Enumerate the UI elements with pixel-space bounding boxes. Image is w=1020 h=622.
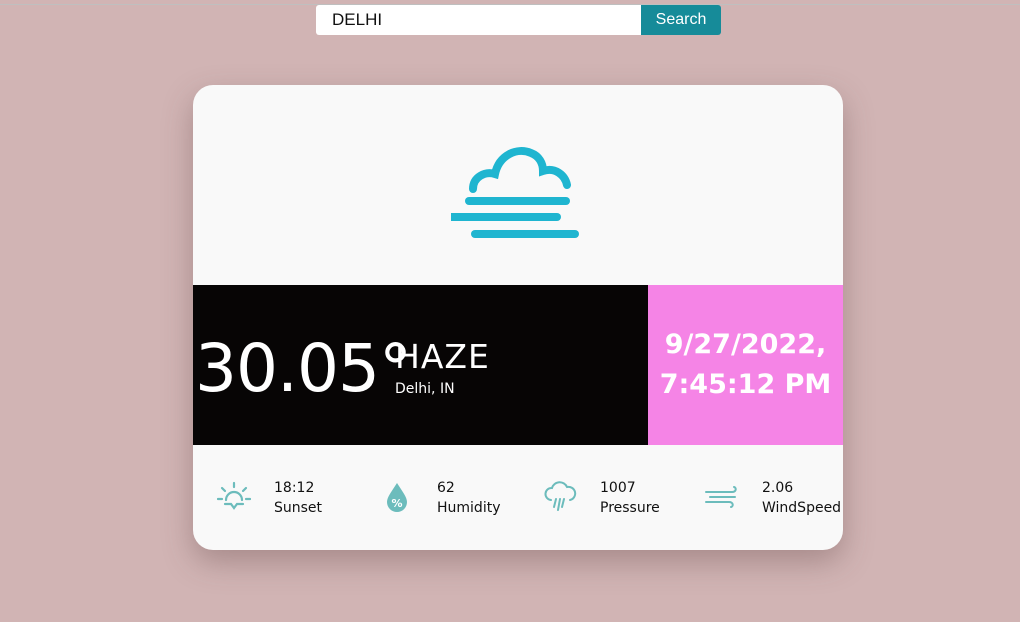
pressure-icon [544, 481, 577, 511]
datetime-text: 9/27/2022, 7:45:12 PM [648, 325, 843, 405]
sunset-label: Sunset [274, 500, 323, 516]
datetime-panel: 9/27/2022, 7:45:12 PM [648, 285, 843, 445]
sunset-icon [217, 481, 251, 510]
stat-text: 1007 Pressure [600, 478, 660, 518]
windspeed-value: 2.06 [762, 480, 794, 496]
time-value: 7:45:12 PM [659, 369, 832, 400]
stat-text: 62 Humidity [437, 478, 500, 518]
wind-icon [705, 486, 737, 508]
haze-icon [451, 147, 579, 238]
temperature-panel: 30.05° HAZE Delhi, IN [193, 285, 648, 445]
humidity-label: Humidity [437, 500, 501, 516]
weather-icon-area [193, 85, 843, 285]
weather-summary-band: 30.05° HAZE Delhi, IN 9/27/2022, 7:45:12… [193, 285, 843, 445]
location-label: Delhi, IN [395, 381, 455, 397]
stat-text: 2.06 WindSpeed [762, 478, 841, 518]
search-button[interactable]: Search [641, 5, 721, 35]
windspeed-label: WindSpeed [762, 500, 842, 516]
search-bar: Search [316, 5, 721, 35]
pressure-value: 1007 [600, 480, 636, 496]
weather-stats: 18:12 Sunset % 62 Humidity 1007 Pressure… [193, 445, 843, 550]
weather-card: 30.05° HAZE Delhi, IN 9/27/2022, 7:45:12… [193, 85, 843, 550]
humidity-icon: % [387, 483, 407, 512]
weather-condition: HAZE [395, 337, 490, 376]
stat-text: 18:12 Sunset [274, 478, 322, 518]
sunset-time: 18:12 [274, 480, 315, 496]
humidity-value: 62 [437, 480, 455, 496]
date-value: 9/27/2022, [664, 329, 827, 360]
search-input[interactable] [316, 5, 641, 35]
temperature-value: 30.05° [195, 330, 412, 407]
pressure-label: Pressure [600, 500, 660, 516]
svg-text:%: % [391, 497, 402, 510]
